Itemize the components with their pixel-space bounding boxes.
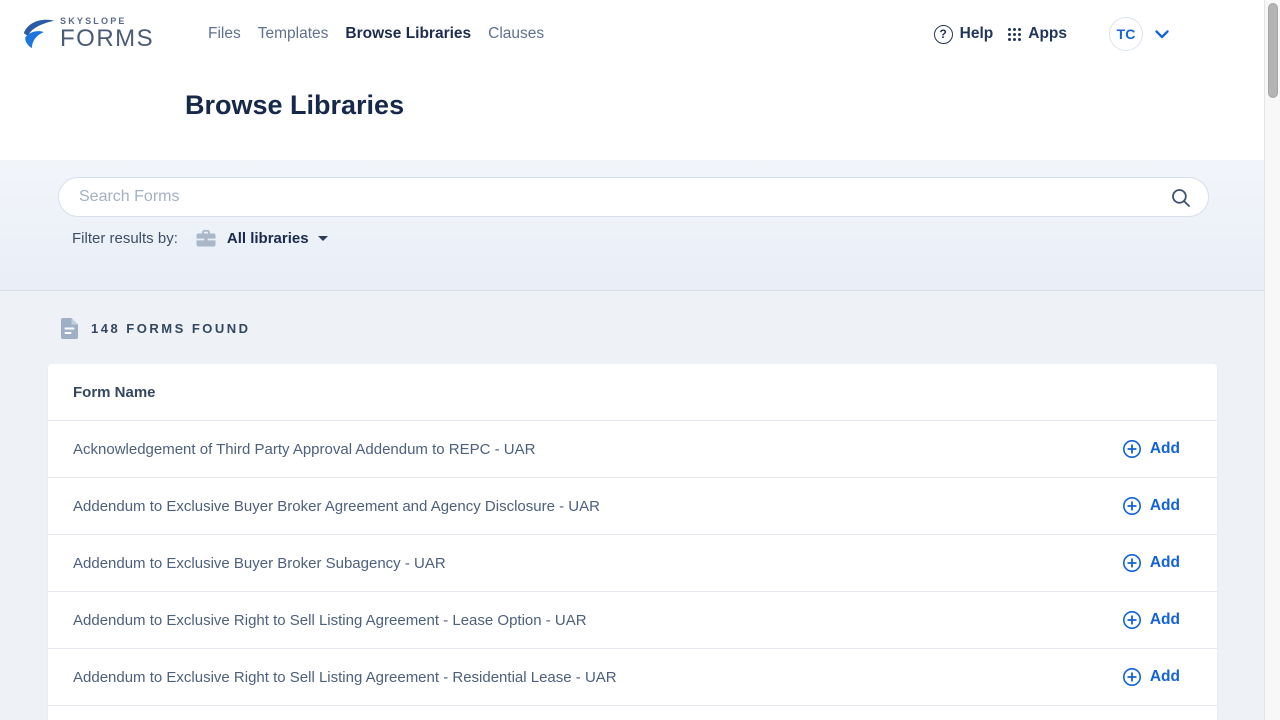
user-avatar[interactable]: TC — [1109, 17, 1143, 51]
header-actions: ? Help Apps TC — [934, 17, 1169, 51]
user-menu-toggle[interactable] — [1155, 30, 1169, 39]
plus-circle-icon — [1122, 496, 1142, 516]
table-row: Addendum to Exclusive Right to Sell List… — [48, 592, 1217, 649]
skyslope-swoosh-icon — [22, 16, 56, 52]
form-name-column-header: Form Name — [73, 384, 156, 401]
help-button[interactable]: ? Help — [934, 25, 994, 44]
main-nav: Files Templates Browse Libraries Clauses — [208, 25, 544, 43]
plus-circle-icon — [1122, 439, 1142, 459]
page-title: Browse Libraries — [185, 90, 1264, 121]
add-button-label: Add — [1150, 611, 1180, 629]
nav-item-clauses[interactable]: Clauses — [488, 25, 544, 43]
add-button-label: Add — [1150, 668, 1180, 686]
nav-item-templates[interactable]: Templates — [258, 25, 329, 43]
apps-grid-icon — [1008, 28, 1021, 41]
caret-down-icon — [318, 236, 328, 241]
add-form-button[interactable]: Add — [1122, 610, 1180, 630]
skyslope-forms-logo[interactable]: SKYSLOPE FORMS — [22, 16, 170, 52]
app-header: SKYSLOPE FORMS Files Templates Browse Li… — [0, 0, 1264, 160]
form-name-cell: Acknowledgement of Third Party Approval … — [73, 441, 535, 458]
forms-table: Form Name Acknowledgement of Third Party… — [48, 364, 1217, 720]
add-form-button[interactable]: Add — [1122, 496, 1180, 516]
results-section: 148 FORMS FOUND Form Name Acknowledgemen… — [0, 291, 1264, 720]
table-row: Addendum to Exclusive Buyer Broker Agree… — [48, 478, 1217, 535]
library-filter-value: All libraries — [227, 230, 309, 247]
library-filter-dropdown[interactable]: All libraries — [227, 230, 328, 247]
form-name-cell: Addendum to Exclusive Right to Sell List… — [73, 612, 587, 629]
nav-item-browse-libraries[interactable]: Browse Libraries — [345, 25, 471, 43]
table-row: Addendum to Exclusive Right to Sell List… — [48, 649, 1217, 706]
help-icon: ? — [934, 25, 953, 44]
add-form-button[interactable]: Add — [1122, 439, 1180, 459]
add-form-button[interactable]: Add — [1122, 667, 1180, 687]
top-navigation-bar: SKYSLOPE FORMS Files Templates Browse Li… — [0, 0, 1264, 68]
results-count-label: 148 FORMS FOUND — [91, 321, 251, 336]
plus-circle-icon — [1122, 610, 1142, 630]
form-name-cell: Addendum to Exclusive Buyer Broker Agree… — [73, 498, 600, 515]
apps-label: Apps — [1028, 25, 1067, 43]
scrollbar-thumb[interactable] — [1268, 3, 1278, 98]
filter-label: Filter results by: — [72, 230, 178, 247]
vertical-scrollbar[interactable] — [1264, 0, 1280, 720]
add-form-button[interactable]: Add — [1122, 553, 1180, 573]
apps-button[interactable]: Apps — [1008, 25, 1067, 43]
search-icon[interactable] — [1171, 188, 1191, 213]
nav-item-files[interactable]: Files — [208, 25, 241, 43]
add-button-label: Add — [1150, 554, 1180, 572]
app-window: SKYSLOPE FORMS Files Templates Browse Li… — [0, 0, 1264, 720]
form-name-cell: Addendum to Exclusive Right to Sell List… — [73, 669, 617, 686]
logo-text: SKYSLOPE FORMS — [60, 17, 154, 51]
form-name-cell: Addendum to Exclusive Buyer Broker Subag… — [73, 555, 446, 572]
search-input[interactable] — [59, 178, 1208, 216]
plus-circle-icon — [1122, 667, 1142, 687]
search-form-container — [58, 177, 1209, 217]
add-button-label: Add — [1150, 497, 1180, 515]
add-button-label: Add — [1150, 440, 1180, 458]
document-icon — [61, 318, 78, 339]
results-count-row: 148 FORMS FOUND — [0, 318, 1264, 339]
logo-product-name: FORMS — [60, 27, 154, 51]
filter-row: Filter results by: All libraries — [72, 230, 1209, 247]
help-label: Help — [960, 25, 994, 43]
search-section: Filter results by: All libraries — [0, 160, 1264, 291]
chevron-down-icon — [1155, 30, 1169, 39]
table-header-row: Form Name — [48, 364, 1217, 421]
table-row: Addendum to Exclusive Buyer Broker Subag… — [48, 535, 1217, 592]
briefcase-icon — [196, 230, 216, 247]
table-row: Acknowledgement of Third Party Approval … — [48, 421, 1217, 478]
plus-circle-icon — [1122, 553, 1142, 573]
table-body: Acknowledgement of Third Party Approval … — [48, 421, 1217, 706]
